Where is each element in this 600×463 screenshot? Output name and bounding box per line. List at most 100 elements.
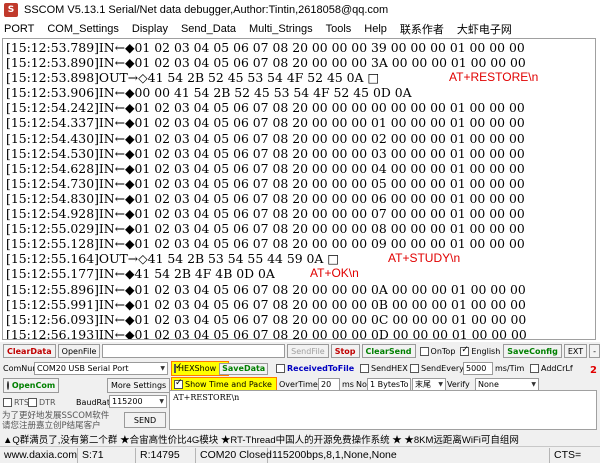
log-line-text: [15:12:55.029]IN←◆01 02 03 04 05 06 07 0… bbox=[6, 221, 525, 237]
send-every-checkbox[interactable]: SendEvery bbox=[410, 362, 464, 375]
send-button[interactable]: SEND bbox=[124, 412, 166, 428]
control-panel: ComNum COM20 USB Serial Port▼ HEXShow Sa… bbox=[0, 360, 600, 432]
log-line: [15:12:53.906]IN←◆00 00 41 54 2B 52 45 5… bbox=[6, 85, 595, 100]
on-top-checkbox[interactable]: OnTop bbox=[419, 346, 455, 356]
log-line: [15:12:55.128]IN←◆01 02 03 04 05 06 07 0… bbox=[6, 236, 595, 251]
log-line-text: [15:12:56.093]IN←◆01 02 03 04 05 06 07 0… bbox=[6, 311, 527, 327]
show-time-box bbox=[174, 378, 183, 389]
log-line-text: [15:12:54.530]IN←◆01 02 03 04 05 06 07 0… bbox=[6, 145, 525, 161]
promo-line-2: 请您注册嘉立创P结尾客户 bbox=[2, 421, 101, 431]
website-link[interactable]: www.daxia.com bbox=[0, 447, 78, 463]
menu-help[interactable]: Help bbox=[364, 23, 387, 35]
hex-show-box bbox=[174, 362, 183, 373]
log-line-text: [15:12:55.164]OUT→◇41 54 2B 53 54 55 44 … bbox=[6, 251, 340, 267]
log-line: [15:12:54.928]IN←◆01 02 03 04 05 06 07 0… bbox=[6, 206, 595, 221]
clear-data-button[interactable]: ClearData bbox=[3, 344, 56, 358]
log-line: [15:12:53.890]IN←◆01 02 03 04 05 06 07 0… bbox=[6, 55, 595, 70]
log-line-text: [15:12:55.896]IN←◆01 02 03 04 05 06 07 0… bbox=[6, 281, 526, 297]
send-file-button[interactable]: SendFile bbox=[287, 344, 329, 358]
cts-indicator: CTS= bbox=[554, 449, 582, 461]
received-to-file-box bbox=[276, 364, 285, 373]
receive-log[interactable]: [15:12:53.789]IN←◆01 02 03 04 05 06 07 0… bbox=[2, 38, 596, 340]
send-every-box bbox=[410, 364, 419, 373]
send-every-input[interactable]: 5000 bbox=[463, 362, 493, 375]
log-line-annotation: AT+STUDY\n bbox=[388, 251, 461, 266]
log-line-text: [15:12:55.177]IN←◆41 54 2B 4F 4B 0D 0A bbox=[6, 266, 275, 282]
port-state: COM20 Closed bbox=[196, 447, 272, 463]
log-line: [15:12:54.830]IN←◆01 02 03 04 05 06 07 0… bbox=[6, 191, 595, 206]
menu-display[interactable]: Display bbox=[132, 23, 168, 35]
clear-send-button[interactable]: ClearSend bbox=[361, 344, 416, 358]
log-line-text: [15:12:55.991]IN←◆01 02 03 04 05 06 07 0… bbox=[6, 296, 526, 312]
ext-button[interactable]: EXT bbox=[563, 344, 588, 358]
log-line-text: [15:12:54.242]IN←◆01 02 03 04 05 06 07 0… bbox=[6, 100, 525, 116]
menu-daxia-site[interactable]: 大虾电子网 bbox=[457, 21, 512, 37]
log-line-text: [15:12:54.430]IN←◆01 02 03 04 05 06 07 0… bbox=[6, 130, 525, 146]
log-line: [15:12:53.898]OUT→◇41 54 2B 52 45 53 54 … bbox=[6, 70, 595, 85]
menu-tools[interactable]: Tools bbox=[326, 23, 352, 35]
log-line-text: [15:12:53.789]IN←◆01 02 03 04 05 06 07 0… bbox=[6, 40, 525, 55]
news-ticker[interactable]: ▲Q群满员了,没有第二个群 ★合宙高性价比4G模块 ★RT-Thread中国人的… bbox=[0, 432, 600, 446]
open-com-button[interactable]: OpenCom bbox=[3, 378, 59, 393]
log-line-text: [15:12:53.890]IN←◆01 02 03 04 05 06 07 0… bbox=[6, 55, 526, 71]
english-box bbox=[460, 345, 470, 356]
status-bar: www.daxia.com S:71 R:14795 COM20 Closed … bbox=[0, 446, 600, 463]
send-hex-box bbox=[360, 364, 369, 373]
on-top-box bbox=[419, 346, 429, 356]
log-line-text: [15:12:54.928]IN←◆01 02 03 04 05 06 07 0… bbox=[6, 206, 525, 222]
sent-count: S:71 bbox=[78, 447, 136, 463]
chevron-down-icon: ▼ bbox=[531, 381, 536, 388]
baud-select[interactable]: 115200 ▼ bbox=[109, 395, 167, 408]
log-line: [15:12:55.177]IN←◆41 54 2B 4F 4B 0D 0A AT… bbox=[6, 266, 595, 281]
log-line: [15:12:54.530]IN←◆01 02 03 04 05 06 07 0… bbox=[6, 146, 595, 161]
received-count: R:14795 bbox=[136, 447, 196, 463]
file-path-input[interactable] bbox=[102, 344, 286, 358]
menu-multi-strings[interactable]: Multi_Strings bbox=[249, 23, 313, 35]
add-crlf-checkbox[interactable]: AddCrLf bbox=[530, 362, 573, 375]
more-settings-button[interactable]: More Settings bbox=[107, 378, 171, 393]
received-to-file-checkbox[interactable]: ReceivedToFile bbox=[276, 362, 354, 375]
save-config-button[interactable]: SaveConfig bbox=[503, 344, 562, 358]
log-line-text: [15:12:53.906]IN←◆00 00 41 54 2B 52 45 5… bbox=[6, 85, 412, 101]
open-file-button[interactable]: OpenFile bbox=[57, 344, 101, 358]
log-line: [15:12:54.337]IN←◆01 02 03 04 05 06 07 0… bbox=[6, 115, 595, 130]
menu-bar: PORT COM_Settings Display Send_Data Mult… bbox=[0, 20, 600, 38]
log-line: [15:12:55.164]OUT→◇41 54 2B 53 54 55 44 … bbox=[6, 251, 595, 266]
stop-button[interactable]: Stop bbox=[330, 344, 360, 358]
log-line-annotation: AT+RESTORE\n bbox=[449, 70, 539, 85]
title-bar: S SSCOM V5.13.1 Serial/Net data debugger… bbox=[0, 0, 600, 20]
status-led-icon bbox=[6, 381, 9, 390]
hex-show-checkbox[interactable]: HEXShow SaveData bbox=[171, 361, 269, 376]
log-line: [15:12:55.896]IN←◆01 02 03 04 05 06 07 0… bbox=[6, 282, 595, 297]
file-toolbar: ClearData OpenFile SendFile Stop ClearSe… bbox=[0, 342, 600, 360]
send-every-unit: ms/Tim bbox=[495, 364, 525, 373]
log-line-text: [15:12:54.830]IN←◆01 02 03 04 05 06 07 0… bbox=[6, 190, 525, 206]
menu-port[interactable]: PORT bbox=[4, 23, 34, 35]
chevron-down-icon: ▼ bbox=[159, 398, 164, 405]
com-port-select[interactable]: COM20 USB Serial Port ▼ bbox=[34, 362, 168, 375]
english-checkbox[interactable]: English bbox=[460, 345, 500, 356]
collapse-button[interactable]: - bbox=[589, 344, 600, 358]
rts-radio[interactable]: RTS bbox=[3, 396, 29, 409]
baud-label: BaudRat bbox=[76, 398, 110, 407]
dtr-checkbox[interactable]: DTR bbox=[28, 396, 56, 409]
log-line: [15:12:56.093]IN←◆01 02 03 04 05 06 07 0… bbox=[6, 312, 595, 327]
rts-box bbox=[3, 398, 12, 407]
app-icon: S bbox=[4, 3, 18, 17]
window-title: SSCOM V5.13.1 Serial/Net data debugger,A… bbox=[24, 4, 389, 16]
send-textarea[interactable]: AT+RESTORE\n bbox=[169, 390, 597, 430]
menu-send-data[interactable]: Send_Data bbox=[181, 23, 236, 35]
log-line: [15:12:54.430]IN←◆01 02 03 04 05 06 07 0… bbox=[6, 131, 595, 146]
log-line-text: [15:12:54.628]IN←◆01 02 03 04 05 06 07 0… bbox=[6, 160, 525, 176]
save-data-button[interactable]: SaveData bbox=[219, 362, 269, 375]
chevron-down-icon: ▼ bbox=[160, 365, 165, 372]
menu-com-settings[interactable]: COM_Settings bbox=[47, 23, 119, 35]
menu-contact-author[interactable]: 联系作者 bbox=[400, 21, 444, 37]
log-line-text: [15:12:56.193]IN←◆01 02 03 04 05 06 07 0… bbox=[6, 326, 527, 340]
log-line: [15:12:53.789]IN←◆01 02 03 04 05 06 07 0… bbox=[6, 40, 595, 55]
send-hex-checkbox[interactable]: SendHEX bbox=[360, 362, 408, 375]
log-line-text: [15:12:53.898]OUT→◇41 54 2B 52 45 53 54 … bbox=[6, 70, 380, 86]
port-settings: 115200bps,8,1,None,None bbox=[268, 447, 550, 463]
log-line-text: [15:12:54.337]IN←◆01 02 03 04 05 06 07 0… bbox=[6, 115, 525, 131]
log-line: [15:12:54.628]IN←◆01 02 03 04 05 06 07 0… bbox=[6, 161, 595, 176]
